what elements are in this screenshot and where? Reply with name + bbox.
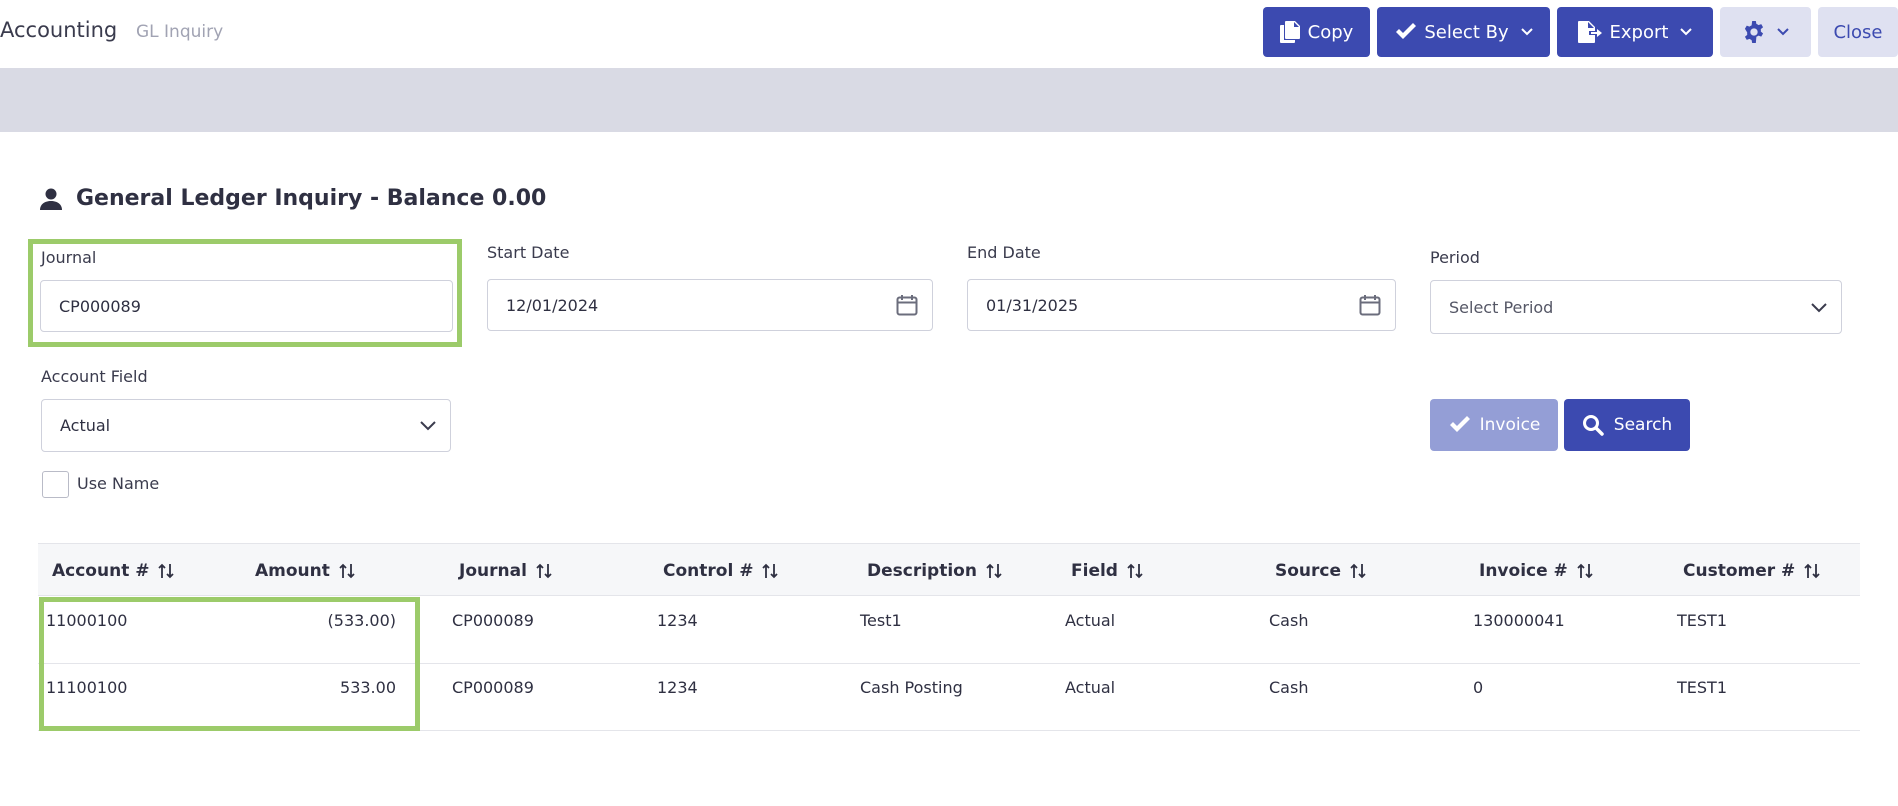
journal-value: CP000089 — [59, 296, 141, 316]
account-field-select[interactable]: Actual — [41, 399, 451, 452]
column-header-description[interactable]: Description — [867, 544, 1003, 597]
export-icon — [1577, 21, 1602, 43]
sort-icon — [986, 563, 1002, 578]
cell-customer: TEST1 — [1677, 611, 1727, 630]
close-button[interactable]: Close — [1818, 7, 1898, 57]
copy-icon — [1279, 21, 1300, 43]
sort-icon — [1804, 563, 1820, 578]
sort-icon — [1577, 563, 1593, 578]
end-date-label: End Date — [967, 243, 1041, 262]
app-title: Accounting — [0, 18, 118, 42]
user-icon — [40, 188, 62, 210]
sort-icon — [339, 563, 355, 578]
rows-highlight — [39, 597, 420, 731]
select-by-button[interactable]: Select By — [1377, 7, 1550, 57]
use-name-checkbox[interactable] — [42, 471, 69, 498]
page-title: General Ledger Inquiry - Balance 0.00 — [76, 186, 547, 211]
sort-icon — [1350, 563, 1366, 578]
period-label: Period — [1430, 248, 1480, 267]
cell-description: Test1 — [860, 611, 902, 630]
period-select[interactable]: Select Period — [1430, 280, 1842, 334]
use-name-label: Use Name — [77, 474, 160, 493]
column-header-control[interactable]: Control # — [663, 544, 779, 597]
start-date-label: Start Date — [487, 243, 570, 262]
breadcrumb[interactable]: GL Inquiry — [136, 22, 223, 42]
copy-button[interactable]: Copy — [1263, 7, 1370, 57]
end-date-value: 01/31/2025 — [986, 295, 1079, 315]
sort-icon — [158, 563, 175, 578]
gear-icon — [1744, 21, 1763, 43]
chevron-down-icon — [1680, 28, 1693, 36]
column-header-source[interactable]: Source — [1275, 544, 1367, 597]
select-by-label: Select By — [1424, 21, 1509, 43]
sort-icon — [536, 563, 552, 578]
check-icon — [1449, 416, 1470, 432]
end-date-input[interactable]: 01/31/2025 — [967, 279, 1396, 331]
cell-source: Cash — [1269, 678, 1309, 697]
cell-journal: CP000089 — [452, 611, 534, 630]
cell-invoice: 130000041 — [1473, 611, 1565, 630]
cell-field: Actual — [1065, 678, 1116, 697]
start-date-value: 12/01/2024 — [506, 295, 599, 315]
cell-field: Actual — [1065, 611, 1116, 630]
header-band — [0, 68, 1898, 132]
calendar-icon[interactable] — [1359, 294, 1381, 316]
chevron-down-icon — [1776, 28, 1789, 36]
export-label: Export — [1609, 21, 1669, 43]
start-date-input[interactable]: 12/01/2024 — [487, 279, 933, 331]
calendar-icon[interactable] — [896, 294, 918, 316]
cell-description: Cash Posting — [860, 678, 963, 697]
period-placeholder: Select Period — [1449, 297, 1554, 317]
cell-control: 1234 — [657, 611, 698, 630]
column-header-journal[interactable]: Journal — [459, 544, 553, 597]
cell-customer: TEST1 — [1677, 678, 1727, 697]
settings-button[interactable] — [1720, 7, 1811, 57]
search-icon — [1582, 415, 1604, 436]
table-header: Account # Amount Journal Control # Descr… — [38, 543, 1860, 596]
column-header-customer[interactable]: Customer # — [1683, 544, 1821, 597]
search-label: Search — [1613, 415, 1673, 435]
cell-source: Cash — [1269, 611, 1309, 630]
journal-input[interactable]: CP000089 — [40, 280, 453, 332]
account-field-label: Account Field — [41, 367, 148, 386]
column-header-invoice[interactable]: Invoice # — [1479, 544, 1594, 597]
account-field-value: Actual — [60, 416, 111, 435]
chevron-down-icon — [1811, 303, 1827, 313]
sort-icon — [762, 563, 779, 578]
search-button[interactable]: Search — [1564, 399, 1690, 451]
cell-control: 1234 — [657, 678, 698, 697]
column-header-account[interactable]: Account # — [52, 544, 175, 597]
journal-label: Journal — [41, 248, 97, 267]
column-header-amount[interactable]: Amount — [255, 544, 356, 597]
card-title: General Ledger Inquiry - Balance 0.00 — [40, 186, 546, 211]
invoice-label: Invoice — [1479, 415, 1541, 435]
invoice-button[interactable]: Invoice — [1430, 399, 1558, 451]
top-bar: Accounting GL Inquiry Copy Select By Exp… — [0, 0, 1898, 68]
column-header-field[interactable]: Field — [1071, 544, 1144, 597]
export-button[interactable]: Export — [1557, 7, 1713, 57]
chevron-down-icon — [1520, 28, 1533, 36]
cell-invoice: 0 — [1473, 678, 1484, 697]
copy-label: Copy — [1307, 21, 1354, 43]
check-icon — [1396, 23, 1417, 39]
cell-journal: CP000089 — [452, 678, 534, 697]
sort-icon — [1127, 563, 1143, 578]
chevron-down-icon — [420, 421, 436, 431]
